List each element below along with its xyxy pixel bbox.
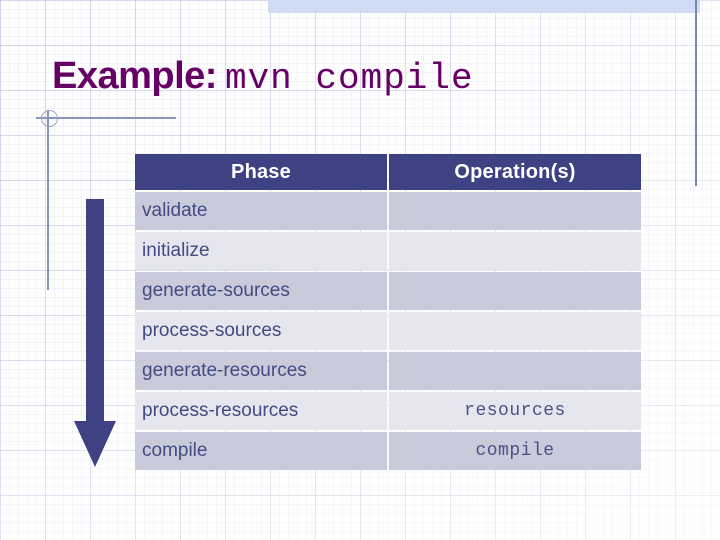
- table-row: process-resources resources: [135, 392, 641, 430]
- table-row: process-sources: [135, 312, 641, 350]
- cell-operations: compile: [389, 432, 641, 470]
- table-header-row: Phase Operation(s): [135, 154, 641, 190]
- cell-operations: [389, 312, 641, 350]
- cell-phase: generate-sources: [135, 272, 387, 310]
- title-prefix: Example:: [52, 55, 217, 97]
- right-vertical-rule: [695, 0, 697, 186]
- cell-operations: resources: [389, 392, 641, 430]
- column-header-operations: Operation(s): [389, 154, 641, 190]
- decorative-circle-icon: [41, 110, 58, 127]
- title-command: mvn compile: [224, 58, 474, 99]
- table-row: initialize: [135, 232, 641, 270]
- table-row: compile compile: [135, 432, 641, 470]
- table-head: Phase Operation(s): [135, 154, 641, 190]
- decorative-vertical-line: [47, 110, 49, 290]
- page-title: Example: mvn compile: [52, 57, 692, 97]
- cell-phase: initialize: [135, 232, 387, 270]
- cell-operations: [389, 232, 641, 270]
- cell-operations: [389, 272, 641, 310]
- cell-phase: generate-resources: [135, 352, 387, 390]
- column-header-phase: Phase: [135, 154, 387, 190]
- cell-phase: process-resources: [135, 392, 387, 430]
- slide-canvas: Example: mvn compile Phase Operation(s) v…: [0, 0, 720, 540]
- table-row: validate: [135, 192, 641, 230]
- cell-operations: [389, 352, 641, 390]
- cell-phase: process-sources: [135, 312, 387, 350]
- down-arrow-icon: [74, 199, 116, 467]
- cell-phase: validate: [135, 192, 387, 230]
- top-accent-band: [268, 0, 700, 13]
- lifecycle-phase-table: Phase Operation(s) validate initialize gen…: [133, 152, 643, 472]
- table-row: generate-resources: [135, 352, 641, 390]
- cell-phase: compile: [135, 432, 387, 470]
- table-row: generate-sources: [135, 272, 641, 310]
- cell-operations: [389, 192, 641, 230]
- table-body: validate initialize generate-sources proces…: [135, 192, 641, 470]
